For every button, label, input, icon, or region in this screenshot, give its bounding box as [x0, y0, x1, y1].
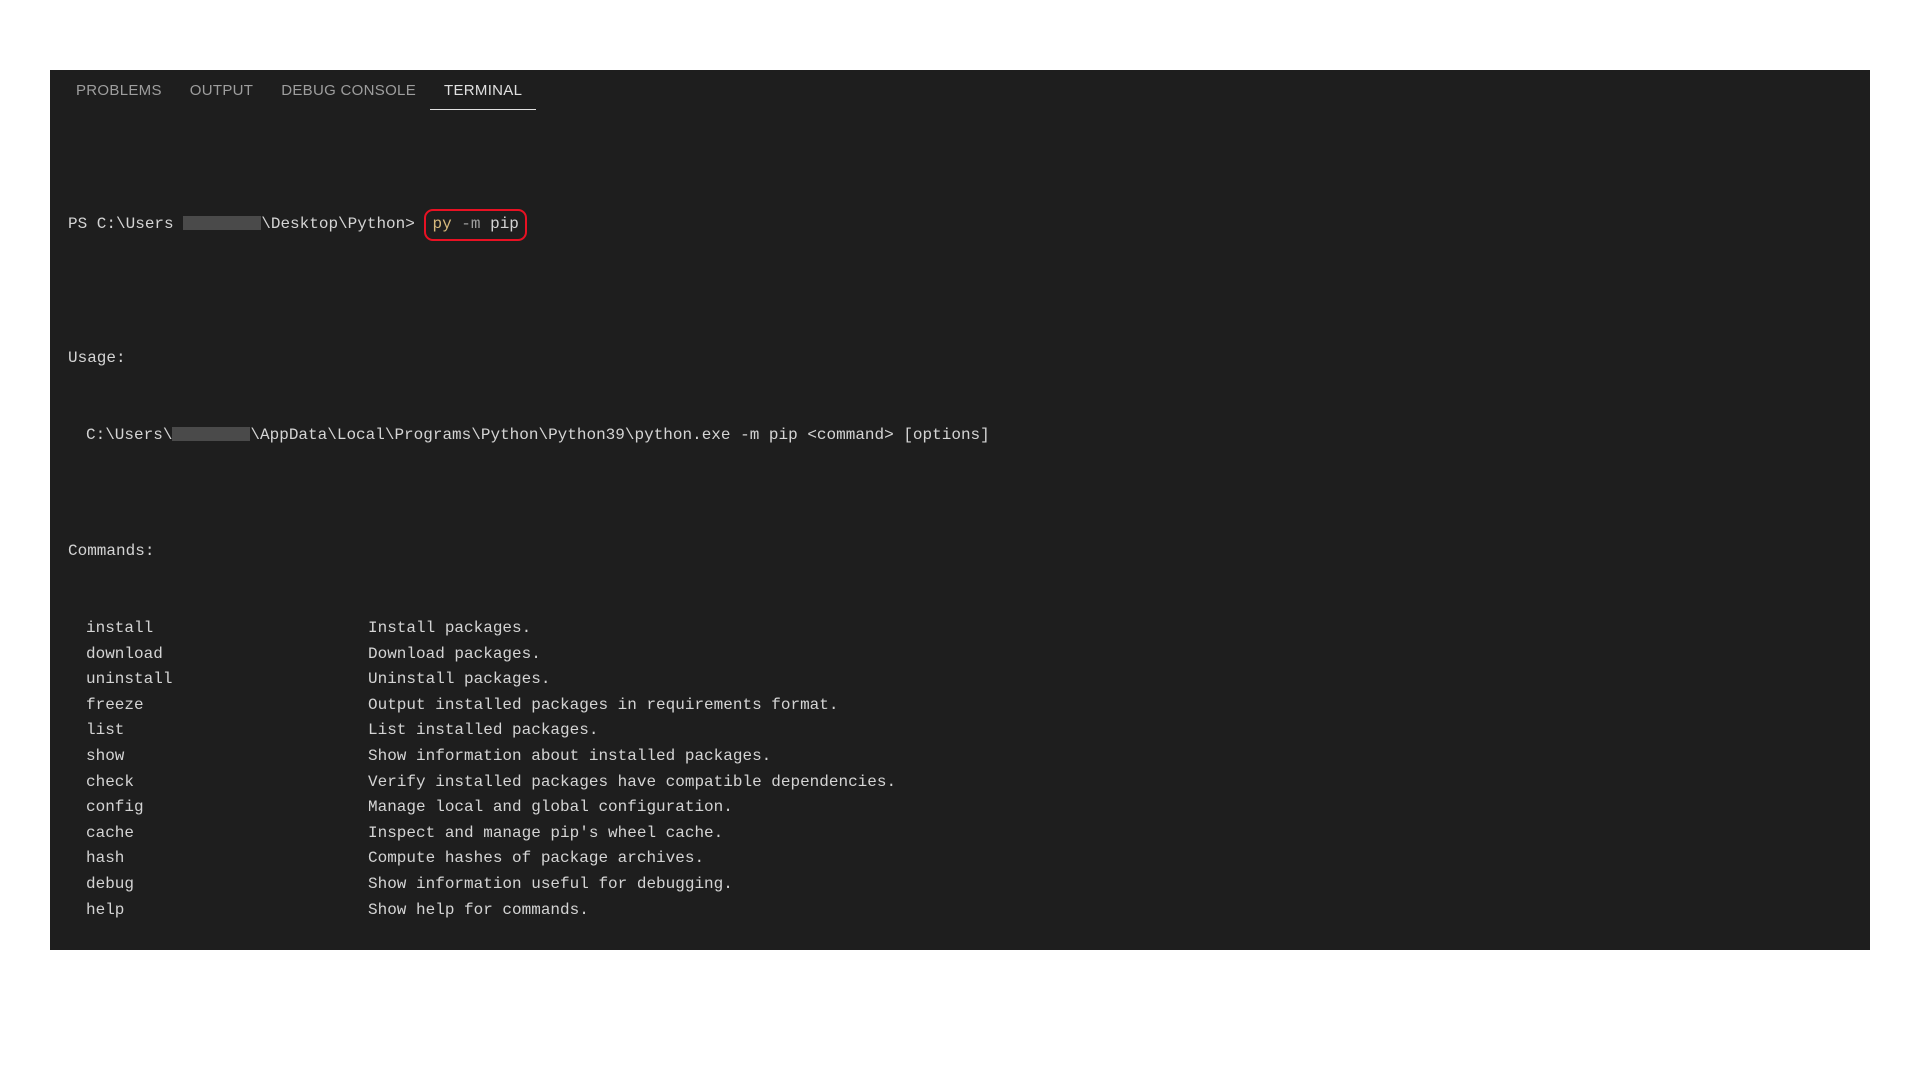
- usage-line: C:\Users\ \AppData\Local\Programs\Python\…: [68, 423, 1852, 449]
- commands-list: installInstall packages.downloadDownload…: [68, 616, 1852, 923]
- command-row: showShow information about installed pac…: [68, 744, 1852, 770]
- tab-debug-console[interactable]: DEBUG CONSOLE: [267, 72, 430, 110]
- command-desc: Show help for commands.: [368, 898, 589, 924]
- command-name: freeze: [68, 693, 368, 719]
- command-highlight: py -m pip: [424, 209, 526, 242]
- command-desc: Inspect and manage pip's wheel cache.: [368, 821, 723, 847]
- command-desc: List installed packages.: [368, 718, 598, 744]
- command-row: downloadDownload packages.: [68, 642, 1852, 668]
- command-row: cacheInspect and manage pip's wheel cach…: [68, 821, 1852, 847]
- prompt-path-b: \Desktop\Python>: [261, 215, 415, 233]
- command-row: listList installed packages.: [68, 718, 1852, 744]
- command-row: uninstallUninstall packages.: [68, 667, 1852, 693]
- command-name: download: [68, 642, 368, 668]
- command-name: uninstall: [68, 667, 368, 693]
- command-name: show: [68, 744, 368, 770]
- tab-output[interactable]: OUTPUT: [176, 72, 267, 110]
- command-row: debugShow information useful for debuggi…: [68, 872, 1852, 898]
- tab-terminal[interactable]: TERMINAL: [430, 72, 536, 110]
- command-desc: Compute hashes of package archives.: [368, 846, 704, 872]
- commands-header: Commands:: [68, 539, 1852, 565]
- command-row: helpShow help for commands.: [68, 898, 1852, 924]
- usage-text-b: \AppData\Local\Programs\Python\Python39\…: [250, 426, 989, 444]
- command-row: checkVerify installed packages have comp…: [68, 770, 1852, 796]
- command-name: debug: [68, 872, 368, 898]
- command-flag: -m: [461, 215, 480, 233]
- command-desc: Download packages.: [368, 642, 541, 668]
- usage-text-a: C:\Users\: [86, 426, 172, 444]
- command-row: hashCompute hashes of package archives.: [68, 846, 1852, 872]
- command-py: py: [432, 215, 451, 233]
- command-desc: Show information about installed package…: [368, 744, 771, 770]
- redacted-username-2: [172, 427, 250, 441]
- command-desc: Uninstall packages.: [368, 667, 550, 693]
- command-name: install: [68, 616, 368, 642]
- prompt-line: PS C:\Users \Desktop\Python> py -m pip: [68, 209, 1852, 242]
- command-name: cache: [68, 821, 368, 847]
- command-name: check: [68, 770, 368, 796]
- command-arg: pip: [490, 215, 519, 233]
- command-name: help: [68, 898, 368, 924]
- tab-problems[interactable]: PROBLEMS: [62, 72, 176, 110]
- command-name: list: [68, 718, 368, 744]
- command-name: config: [68, 795, 368, 821]
- command-desc: Install packages.: [368, 616, 531, 642]
- panel-tab-bar: PROBLEMS OUTPUT DEBUG CONSOLE TERMINAL: [50, 70, 1870, 112]
- command-desc: Manage local and global configuration.: [368, 795, 733, 821]
- command-desc: Verify installed packages have compatibl…: [368, 770, 896, 796]
- usage-header: Usage:: [68, 346, 1852, 372]
- command-row: freezeOutput installed packages in requi…: [68, 693, 1852, 719]
- terminal-output[interactable]: PS C:\Users \Desktop\Python> py -m pip U…: [50, 112, 1870, 950]
- command-row: installInstall packages.: [68, 616, 1852, 642]
- command-desc: Output installed packages in requirement…: [368, 693, 838, 719]
- prompt-path-a: PS C:\Users: [68, 215, 174, 233]
- redacted-username: [183, 216, 261, 230]
- command-desc: Show information useful for debugging.: [368, 872, 733, 898]
- command-name: hash: [68, 846, 368, 872]
- command-row: configManage local and global configurat…: [68, 795, 1852, 821]
- vscode-panel: PROBLEMS OUTPUT DEBUG CONSOLE TERMINAL P…: [50, 70, 1870, 950]
